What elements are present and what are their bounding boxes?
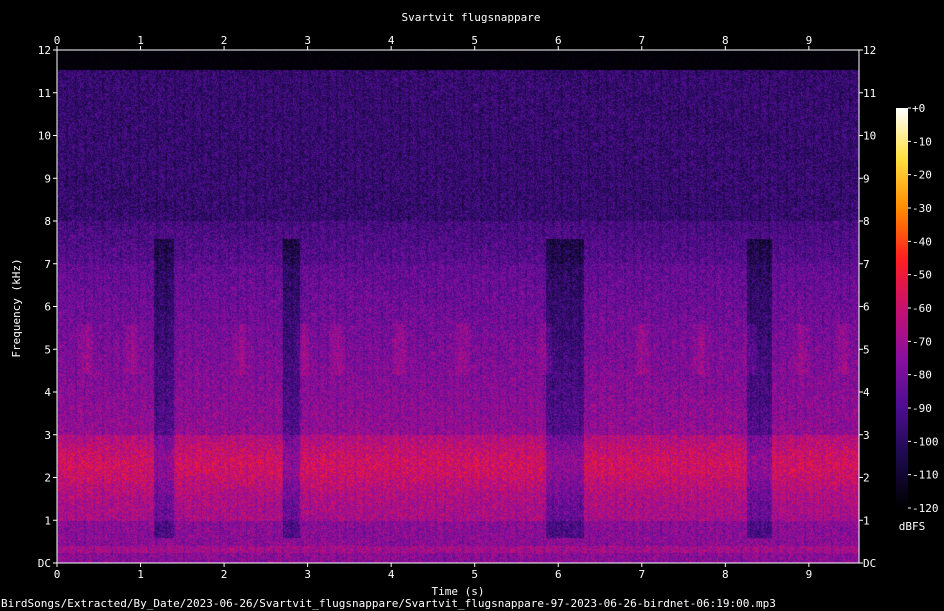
y-tick-label-right: 9 bbox=[863, 172, 870, 185]
colorbar-tick-label: -50 bbox=[912, 269, 932, 282]
colorbar-tick-label: -60 bbox=[912, 302, 932, 315]
colorbar-tick-label: -70 bbox=[912, 335, 932, 348]
y-axis-label: Frequency (kHz) bbox=[10, 258, 23, 357]
colorbar-tick-label: +0 bbox=[912, 102, 925, 115]
x-tick-label-bottom: 1 bbox=[137, 568, 144, 581]
colorbar-gradient bbox=[896, 108, 908, 508]
x-tick-label-top: 6 bbox=[555, 34, 562, 47]
y-tick-label-left: 11 bbox=[38, 87, 51, 100]
y-tick-label-right: 10 bbox=[863, 130, 876, 143]
y-tick-label-left: 3 bbox=[44, 429, 51, 442]
x-tick-label-bottom: 3 bbox=[304, 568, 311, 581]
y-tick-label-left: 6 bbox=[44, 301, 51, 314]
x-tick-label-top: 9 bbox=[806, 34, 813, 47]
y-tick-label-left: DC bbox=[38, 557, 51, 570]
colorbar-tick-label: -40 bbox=[912, 235, 932, 248]
x-tick-label-bottom: 9 bbox=[806, 568, 813, 581]
y-tick-label-right: 2 bbox=[863, 472, 870, 485]
y-tick-label-right: 12 bbox=[863, 44, 876, 57]
y-tick-label-right: 6 bbox=[863, 301, 870, 314]
y-tick-label-left: 10 bbox=[38, 130, 51, 143]
colorbar-tick-label: -100 bbox=[912, 435, 939, 448]
x-tick-label-bottom: 8 bbox=[722, 568, 729, 581]
x-tick-label-top: 4 bbox=[388, 34, 395, 47]
y-tick-label-left: 5 bbox=[44, 343, 51, 356]
y-tick-label-right: 7 bbox=[863, 258, 870, 271]
colorbar-tick-label: -30 bbox=[912, 202, 932, 215]
spectrogram-image bbox=[57, 50, 859, 563]
x-tick-label-top: 0 bbox=[54, 34, 61, 47]
x-tick-label-top: 2 bbox=[221, 34, 228, 47]
x-tick-label-bottom: 0 bbox=[54, 568, 61, 581]
y-tick-label-left: 7 bbox=[44, 258, 51, 271]
y-tick-label-left: 8 bbox=[44, 215, 51, 228]
y-tick-label-right: DC bbox=[863, 557, 876, 570]
x-tick-label-bottom: 4 bbox=[388, 568, 395, 581]
x-tick-label-bottom: 6 bbox=[555, 568, 562, 581]
colorbar-tick-label: -120 bbox=[912, 502, 939, 515]
spectrogram-chart: Svartvit flugsnappare 001122334455667788… bbox=[1, 11, 939, 610]
y-tick-label-left: 4 bbox=[44, 386, 51, 399]
x-tick-label-top: 1 bbox=[137, 34, 144, 47]
colorbar-label: dBFS bbox=[899, 520, 926, 533]
colorbar-tick-label: -90 bbox=[912, 402, 932, 415]
y-tick-label-right: 5 bbox=[863, 343, 870, 356]
chart-title: Svartvit flugsnappare bbox=[401, 11, 540, 24]
y-tick-label-left: 12 bbox=[38, 44, 51, 57]
x-tick-label-bottom: 2 bbox=[221, 568, 228, 581]
y-tick-label-left: 1 bbox=[44, 514, 51, 527]
y-tick-label-left: 2 bbox=[44, 472, 51, 485]
y-tick-label-right: 3 bbox=[863, 429, 870, 442]
y-tick-label-right: 1 bbox=[863, 514, 870, 527]
colorbar-tick-label: -110 bbox=[912, 469, 939, 482]
colorbar-tick-label: -20 bbox=[912, 169, 932, 182]
colorbar-tick-label: -80 bbox=[912, 369, 932, 382]
spectrogram-plot bbox=[56, 49, 860, 564]
x-tick-label-bottom: 7 bbox=[638, 568, 645, 581]
colorbar-tick-label: -10 bbox=[912, 135, 932, 148]
y-tick-label-right: 4 bbox=[863, 386, 870, 399]
x-tick-label-top: 3 bbox=[304, 34, 311, 47]
x-tick-label-top: 8 bbox=[722, 34, 729, 47]
x-tick-label-top: 7 bbox=[638, 34, 645, 47]
y-tick-label-left: 9 bbox=[44, 172, 51, 185]
x-tick-label-top: 5 bbox=[471, 34, 478, 47]
y-tick-label-right: 11 bbox=[863, 87, 876, 100]
colorbar: +0 -10 -20 -30 -40 -50 -60 -70 -80 -90 -100 -110 -12… bbox=[896, 102, 939, 515]
file-path: BirdSongs/Extracted/By_Date/2023-06-26/S… bbox=[1, 597, 776, 610]
x-tick-label-bottom: 5 bbox=[471, 568, 478, 581]
y-tick-label-right: 8 bbox=[863, 215, 870, 228]
